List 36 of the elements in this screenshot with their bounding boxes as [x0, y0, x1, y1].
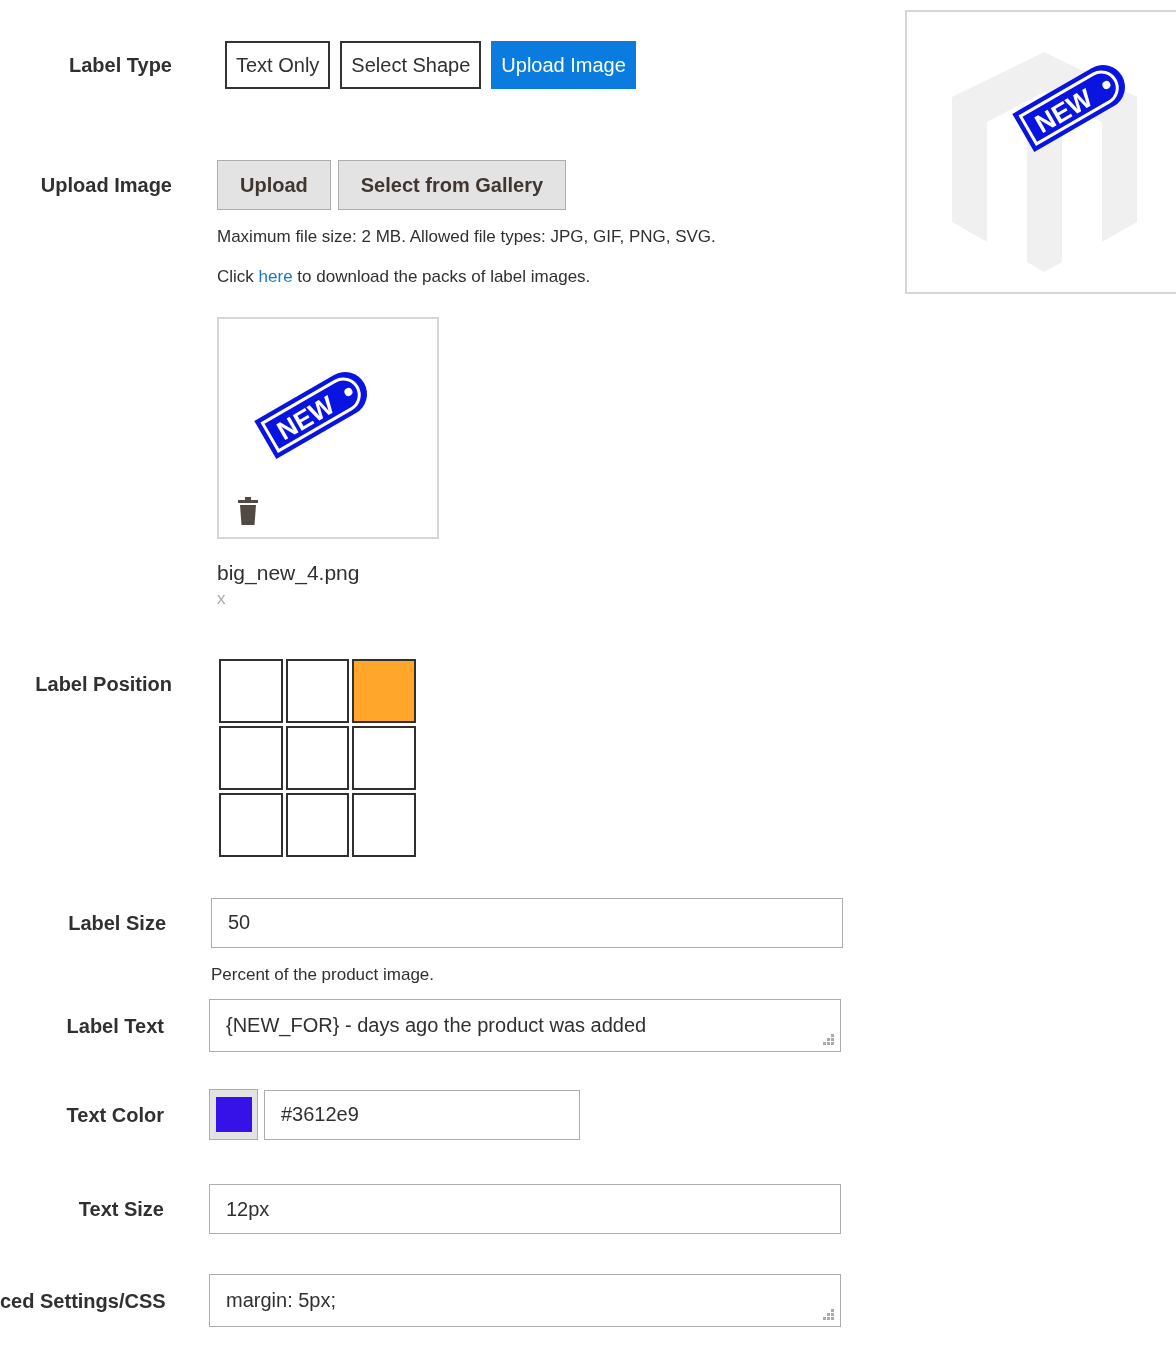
file-name: big_new_4.png [217, 560, 361, 587]
position-cell[interactable] [352, 725, 416, 790]
text-size-input[interactable]: 12px [209, 1184, 841, 1234]
field-label: Upload Image [39, 173, 172, 198]
position-cell[interactable] [219, 792, 283, 857]
help-text: Maximum file size: 2 MB. Allowed file types: JPG, GIF, PNG, SVG. [217, 226, 716, 248]
position-cell[interactable] [352, 658, 416, 723]
download-link[interactable]: here [258, 266, 293, 286]
field-label: Text Size [77, 1197, 164, 1222]
label-size-input[interactable]: 50 [211, 897, 843, 948]
field-label: Label Type [68, 53, 172, 78]
upload-button[interactable]: Upload [217, 160, 331, 210]
position-cell[interactable] [219, 658, 283, 723]
label-text-area[interactable]: {NEW_FOR} - days ago the product was added [209, 999, 841, 1052]
field-label: Label Text [65, 1013, 164, 1039]
css-text-area[interactable]: margin: 5px; [209, 1274, 841, 1327]
label-type-tab[interactable]: Text Only [225, 41, 331, 89]
position-cell[interactable] [285, 725, 350, 790]
position-cell[interactable] [285, 658, 350, 723]
field-label: ced Settings/CSS [0, 1288, 164, 1314]
position-cell[interactable] [285, 792, 350, 857]
resize-handle-icon [822, 1308, 834, 1320]
position-cell[interactable] [219, 725, 283, 790]
help-text: Click here to download the packs of label images. [217, 265, 592, 288]
field-label: Label Position [34, 671, 172, 697]
color-input[interactable]: #3612e9 [264, 1089, 580, 1140]
color-swatch[interactable] [209, 1089, 258, 1140]
upload-button[interactable]: Select from Gallery [337, 160, 567, 210]
field-label: Label Size [67, 910, 166, 936]
label-type-tab[interactable]: Upload Image [491, 41, 636, 89]
help-text: Percent of the product image. [211, 963, 436, 986]
trash-icon[interactable] [237, 497, 259, 525]
position-cell[interactable] [352, 792, 416, 857]
label-type-tab[interactable]: Select Shape [340, 41, 482, 89]
resize-handle-icon [822, 1033, 834, 1045]
field-label: Text Color [65, 1102, 164, 1128]
